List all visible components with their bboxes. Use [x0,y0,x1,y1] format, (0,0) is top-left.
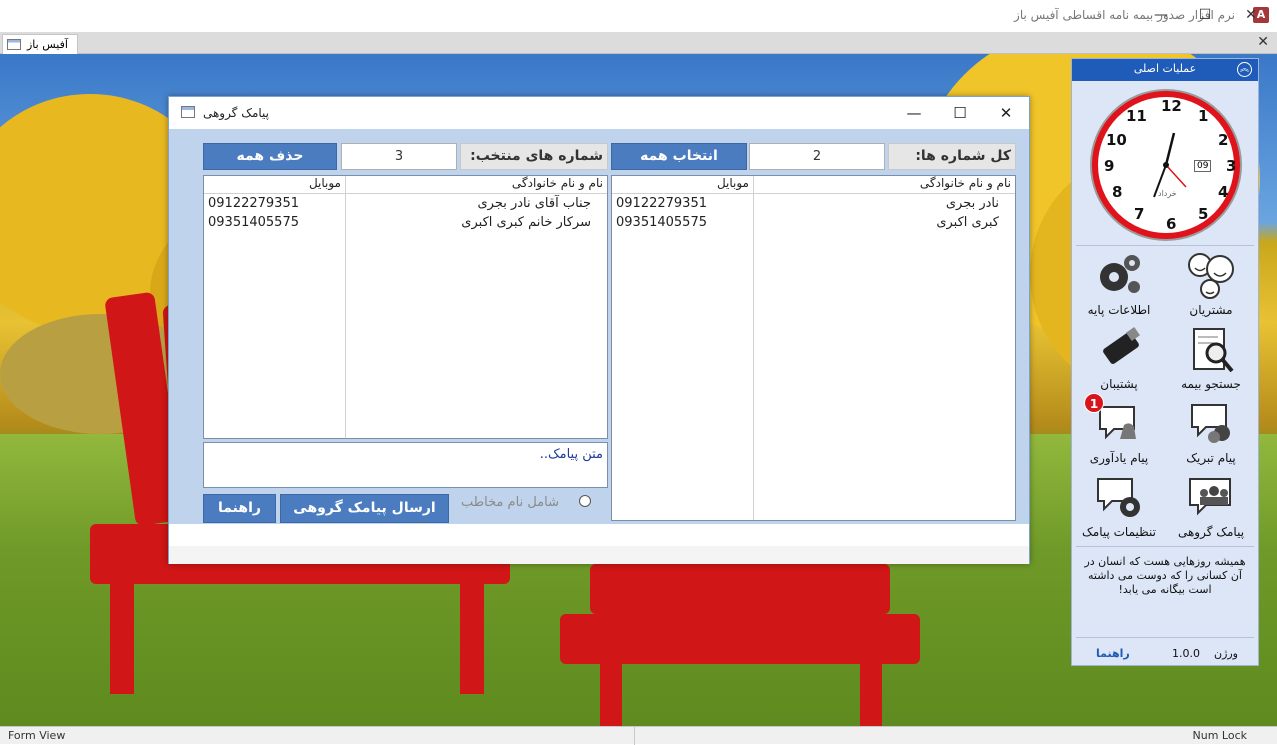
maximize-button[interactable]: ☐ [1185,4,1225,28]
group-sms-button[interactable]: پیامک گروهی [1168,473,1254,539]
base-info-button[interactable]: اطلاعات پایه [1076,251,1162,317]
total-numbers-field: 2 [749,143,885,170]
group-sms-label: پیامک گروهی [1177,525,1245,539]
search-insurance-button[interactable]: جستجو بیمه [1168,325,1254,391]
greeting-message-label: پیام تبریک [1186,451,1236,465]
contacts-list[interactable]: نام و نام خانوادگی موبایل نادر بجری 0912… [611,175,1016,521]
selected-contacts-list[interactable]: نام و نام خانوادگی موبایل جناب آقای نادر… [203,175,608,439]
usb-icon [1094,325,1144,375]
form-icon [7,39,21,50]
group-sms-dialog: پیامک گروهی — ☐ ✕ کل شماره ها: 2 انتخاب … [168,96,1030,564]
list-item[interactable]: 09351405575 [208,215,299,230]
gears-icon [1094,251,1144,301]
list-item[interactable]: 09351405575 [616,215,707,230]
dialog-body: کل شماره ها: 2 انتخاب همه شماره های منتخ… [169,129,1029,524]
quote-text: همیشه روزهایی هست که انسان در آن کسانی ر… [1084,555,1246,596]
customers-label: مشتریان [1189,303,1233,317]
include-name-label: شامل نام مخاطب [461,495,559,510]
analog-clock: 12 1 2 3 4 5 6 7 8 9 10 11 09 خرداد [1092,91,1240,239]
contacts-mobile-header: موبایل [612,176,753,194]
sms-settings-label: تنظیمات پیامک [1082,525,1156,539]
status-bar: Form View Num Lock [0,726,1277,745]
selected-mobile-header: موبایل [204,176,345,194]
status-separator [634,727,635,745]
form-icon [181,106,195,118]
select-all-button[interactable]: انتخاب همه [611,143,747,170]
divider [1076,546,1254,547]
dialog-footer-bar [169,546,1029,564]
list-item[interactable]: سرکار خانم کبری اکبری [461,215,591,230]
reminder-badge: 1 [1084,393,1104,413]
dialog-footer [169,524,1029,546]
list-item[interactable]: جناب آقای نادر بجری [477,196,591,211]
selected-numbers-label: شماره های منتخب: [460,143,608,170]
total-numbers-label: کل شماره ها: [888,143,1016,170]
dialog-title: پیامک گروهی [202,106,269,120]
app-titlebar: A نرم افزار صدور بیمه نامه اقساطی آفیس ب… [0,0,1277,32]
dialog-minimize-button[interactable]: — [891,99,937,127]
list-item[interactable]: 09122279351 [616,196,707,211]
clock-hands [1153,132,1187,198]
base-info-label: اطلاعات پایه [1087,303,1151,317]
version-value: 1.0.0 [1171,647,1200,660]
collapse-icon[interactable]: ︽ [1237,62,1252,77]
contacts-name-header: نام و نام خانوادگی [754,176,1015,194]
include-name-radio[interactable] [579,495,591,507]
sms-settings-button[interactable]: تنظیمات پیامک [1076,473,1162,539]
message-textarea[interactable]: متن پیامک.. [203,442,608,488]
panel-header: عملیات اصلی ︽ [1072,59,1258,81]
sms-settings-icon [1094,473,1144,523]
selected-name-header: نام و نام خانوادگی [346,176,607,194]
customers-icon [1186,251,1236,301]
divider [1076,245,1254,246]
document-tab-label: آفیس باز [27,38,68,51]
delete-all-button[interactable]: حذف همه [203,143,337,170]
panel-help-link[interactable]: راهنما [1096,647,1130,660]
backup-button[interactable]: پشتیبان [1076,325,1162,391]
selected-numbers-field: 3 [341,143,457,170]
help-button[interactable]: راهنما [203,494,276,523]
document-tab[interactable]: آفیس باز [2,34,78,54]
customers-button[interactable]: مشتریان [1168,251,1254,317]
reminder-message-label: پیام یادآوری [1089,451,1149,465]
backup-label: پشتیبان [1100,377,1138,391]
dialog-maximize-button[interactable]: ☐ [937,99,983,127]
num-lock-status: Num Lock [1192,729,1248,742]
greeting-message-icon [1186,399,1236,449]
list-item[interactable]: 09122279351 [208,196,299,211]
search-insurance-label: جستجو بیمه [1181,377,1241,391]
message-placeholder: متن پیامک.. [539,447,603,462]
panel-title: عملیات اصلی [1133,62,1197,75]
main-operations-panel: عملیات اصلی ︽ 12 1 2 3 4 5 6 7 8 9 10 11… [1071,58,1259,666]
version-info: ورژن 1.0.0 [1172,647,1238,660]
greeting-message-button[interactable]: پیام تبریک [1168,399,1254,465]
minimize-button[interactable]: — [1141,4,1181,28]
view-mode-status: Form View [8,729,66,742]
dialog-close-button[interactable]: ✕ [983,99,1029,127]
list-item[interactable]: کبری اکبری [936,215,999,230]
group-sms-icon [1186,473,1236,523]
send-group-sms-button[interactable]: ارسال پیامک گروهی [280,494,449,523]
version-label: ورژن [1213,647,1238,660]
search-document-icon [1186,325,1236,375]
close-tab-icon[interactable]: ✕ [1257,34,1269,50]
divider [1076,637,1254,638]
document-tab-bar: آفیس باز ✕ [0,32,1277,54]
list-item[interactable]: نادر بجری [946,196,999,211]
close-button[interactable]: ✕ [1231,4,1271,28]
